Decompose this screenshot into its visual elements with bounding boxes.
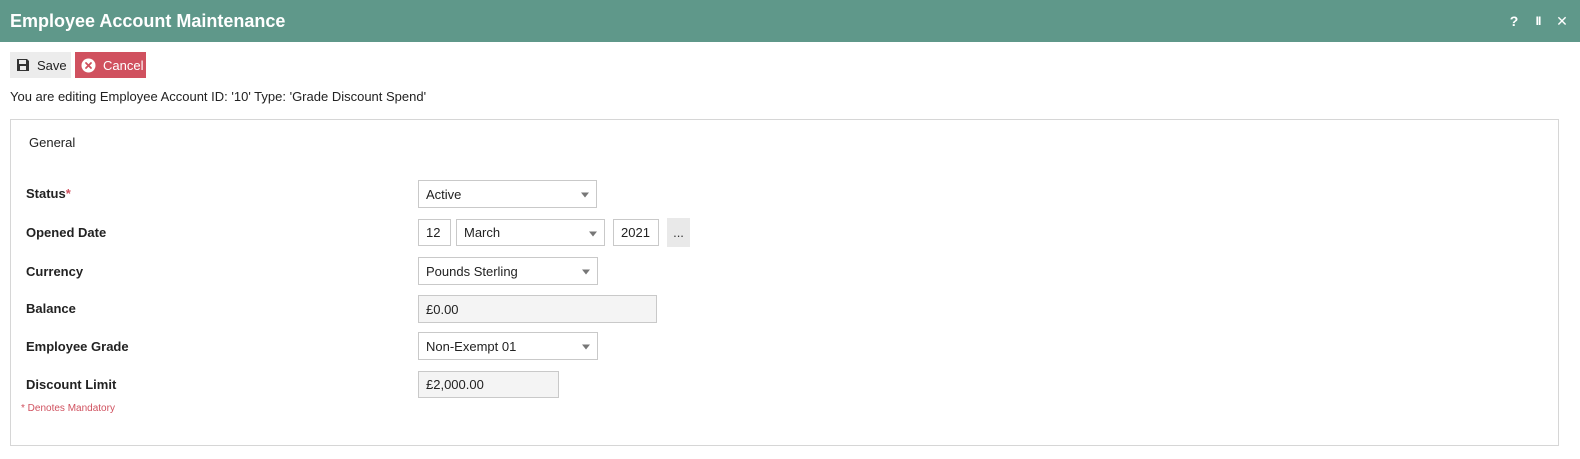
title-bar: Employee Account Maintenance ? II ✕: [0, 0, 1580, 42]
employee-grade-label: Employee Grade: [26, 339, 129, 354]
save-button[interactable]: Save: [10, 52, 71, 78]
opened-month-select[interactable]: March: [456, 219, 605, 246]
mandatory-note: * Denotes Mandatory: [21, 403, 115, 414]
window-controls: ? II ✕: [1502, 10, 1574, 32]
cancel-label: Cancel: [103, 57, 144, 73]
general-panel: General Status* Active Opened Date 12 Ma…: [10, 119, 1559, 446]
status-label-text: Status: [26, 186, 66, 201]
cancel-icon: [81, 57, 96, 73]
help-icon[interactable]: ?: [1502, 10, 1526, 32]
window-title: Employee Account Maintenance: [10, 11, 286, 31]
chevron-down-icon: [582, 344, 590, 350]
section-title: General: [29, 135, 76, 150]
toolbar: Save Cancel: [10, 52, 146, 78]
discount-limit-label: Discount Limit: [26, 377, 117, 392]
close-icon[interactable]: ✕: [1550, 10, 1574, 32]
discount-limit-input[interactable]: £2,000.00: [418, 371, 559, 398]
chevron-down-icon: [589, 231, 597, 236]
date-picker-button[interactable]: ...: [667, 218, 690, 247]
required-mark: *: [65, 186, 71, 201]
currency-label: Currency: [26, 264, 84, 279]
opened-day-input[interactable]: 12: [418, 219, 451, 246]
cancel-button[interactable]: Cancel: [75, 52, 146, 78]
chevron-down-icon: [581, 192, 589, 198]
month-value: March: [464, 225, 501, 240]
opened-date-label: Opened Date: [26, 225, 107, 240]
employee-grade-select[interactable]: Non-Exempt 01: [418, 332, 598, 360]
balance-label: Balance: [26, 301, 76, 316]
status-value: Active: [426, 186, 462, 202]
save-label: Save: [37, 57, 67, 73]
status-select[interactable]: Active: [418, 180, 597, 208]
chevron-down-icon: [582, 269, 590, 275]
employee-grade-value: Non-Exempt 01: [426, 338, 517, 354]
save-icon: [16, 57, 30, 73]
currency-select[interactable]: Pounds Sterling: [418, 257, 598, 285]
pause-icon[interactable]: II: [1526, 10, 1550, 32]
currency-value: Pounds Sterling: [426, 263, 518, 279]
opened-year-input[interactable]: 2021: [613, 219, 659, 246]
balance-field: £0.00: [418, 295, 657, 323]
editing-info: You are editing Employee Account ID: '10…: [10, 89, 427, 104]
status-label: Status*: [26, 186, 71, 201]
